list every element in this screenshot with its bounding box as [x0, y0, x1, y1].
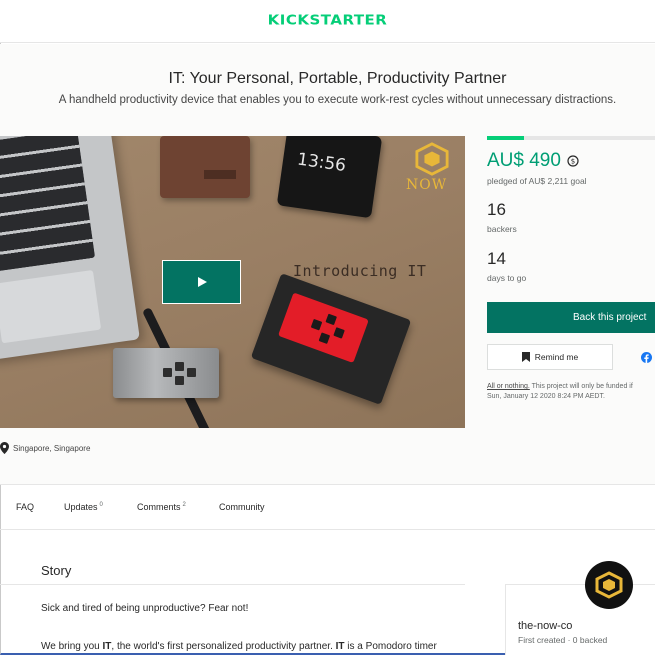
story-heading: Story [41, 563, 72, 578]
backers-count: 16 [487, 200, 506, 219]
wallet-image [160, 136, 250, 198]
location-label: Singapore, Singapore [13, 443, 91, 453]
tab-comments[interactable]: Comments 2 [137, 502, 186, 512]
remind-me-button[interactable]: Remind me [487, 344, 613, 370]
facebook-icon[interactable] [641, 352, 652, 363]
phone-image: 13:56 [276, 136, 383, 219]
laptop-image [0, 136, 140, 361]
bookmark-icon [521, 352, 530, 362]
now-logo-text: NOW [406, 177, 448, 193]
funding-terms-text: This project will only be funded if [529, 383, 633, 390]
days-label: days to go [487, 273, 527, 283]
story-paragraph-2: We bring you IT, the world's first perso… [41, 641, 437, 652]
tab-updates[interactable]: Updates 0 [64, 502, 103, 512]
creator-meta: First created · 0 backed [518, 635, 608, 645]
back-project-button[interactable]: Back this project [487, 302, 655, 333]
creator-logo-icon [595, 571, 623, 599]
tab-community[interactable]: Community [219, 502, 265, 512]
remind-me-label: Remind me [534, 352, 579, 362]
top-nav: KICKSTARTER [0, 0, 655, 43]
currency-convert-icon[interactable]: $ [567, 155, 579, 167]
device-red-image [250, 273, 412, 405]
pledged-amount: AU$ 490 [487, 150, 561, 171]
project-location[interactable]: Singapore, Singapore [0, 442, 90, 454]
funding-progress-bar [487, 136, 655, 140]
project-blurb: A handheld productivity device that enab… [58, 94, 617, 106]
play-icon [197, 277, 207, 287]
svg-text:$: $ [571, 158, 575, 166]
story-paragraph-1: Sick and tired of being unproductive? Fe… [41, 603, 249, 614]
kickstarter-logo[interactable]: KICKSTARTER [0, 12, 655, 28]
trackpad-image [0, 269, 102, 344]
project-hero: IT: Your Personal, Portable, Productivit… [0, 44, 655, 485]
funding-terms: All or nothing. This project will only b… [487, 382, 655, 402]
funding-deadline: Sun, January 12 2020 8:24 PM AEDT. [487, 393, 605, 400]
keyboard-image [0, 136, 96, 273]
backers-label: backers [487, 224, 517, 234]
pledged-amount-row: AU$ 490 $ [487, 150, 579, 172]
funding-progress-fill [487, 136, 524, 140]
updates-count: 0 [99, 502, 103, 508]
video-overlay-text: Introducing IT [293, 262, 427, 280]
now-logo-icon [415, 142, 449, 176]
pledged-goal-label: pledged of AU$ 2,211 goal [487, 176, 587, 186]
comments-count: 2 [182, 502, 186, 508]
creator-avatar[interactable] [585, 561, 633, 609]
play-button[interactable] [162, 260, 241, 304]
tab-faq[interactable]: FAQ [16, 502, 34, 512]
project-title: IT: Your Personal, Portable, Productivit… [168, 70, 507, 87]
project-video[interactable]: 13:56 NOW Introducing IT [0, 136, 465, 428]
phone-time: 13:56 [295, 149, 348, 177]
location-pin-icon [0, 442, 9, 454]
project-tabs: FAQ Updates 0 Comments 2 Community [0, 486, 655, 530]
creator-name[interactable]: the-now-co [518, 620, 572, 632]
days-remaining: 14 [487, 249, 506, 268]
story-divider [0, 584, 465, 585]
all-or-nothing-link[interactable]: All or nothing. [487, 383, 530, 390]
device-gray-image [113, 348, 219, 398]
